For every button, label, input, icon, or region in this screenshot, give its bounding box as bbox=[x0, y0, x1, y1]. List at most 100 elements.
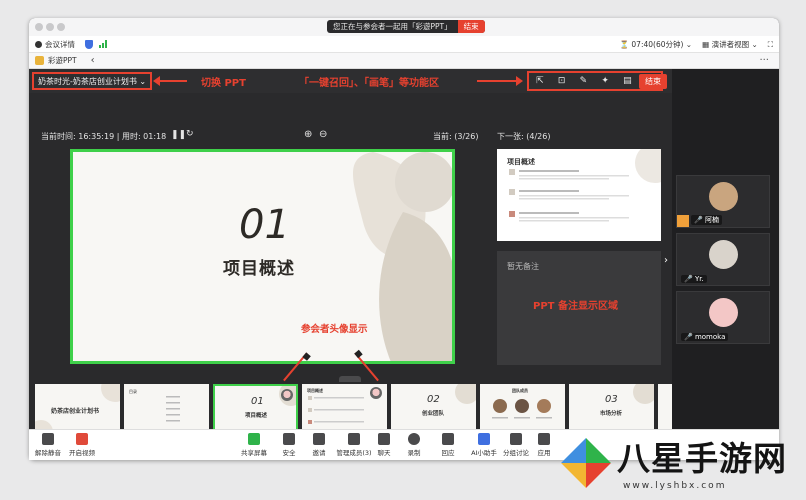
meeting-window: 您正在与参会者一起用「彩遊PPT」 结束 会议详情 ⏳ 07:40(60分钟) … bbox=[29, 18, 779, 460]
breakout-label: 分组讨论 bbox=[503, 449, 529, 457]
thumbnail-5-number: 02 bbox=[427, 394, 440, 405]
chat-button[interactable]: 聊天 bbox=[369, 433, 399, 457]
sharing-notice: 您正在与参会者一起用「彩遊PPT」 结束 bbox=[327, 20, 485, 33]
collapse-panel-chevron-icon[interactable]: › bbox=[664, 255, 668, 266]
pause-icon[interactable]: ❚❚ bbox=[171, 130, 186, 140]
participant-name-text: Yr. bbox=[694, 275, 704, 283]
tools-annotation-arrow bbox=[477, 76, 523, 86]
export-icon[interactable]: ⇱ bbox=[536, 76, 544, 86]
start-video-button[interactable]: 开启视频 bbox=[67, 433, 97, 457]
thumbnail-2[interactable]: 目录 bbox=[124, 384, 209, 434]
meeting-info-bar: 会议详情 ⏳ 07:40(60分钟) ⌄ ▦ 演讲者视图 ⌄ ⛶ bbox=[29, 36, 779, 53]
ai-assistant-label: AI小助手 bbox=[471, 449, 497, 457]
react-icon bbox=[442, 433, 454, 445]
thumbnail-5-title: 创业团队 bbox=[422, 411, 445, 417]
thumbnail-7-title: 市场分析 bbox=[600, 411, 623, 417]
participant-tile[interactable]: 🎤 阿楠 bbox=[676, 175, 770, 228]
video-icon bbox=[76, 433, 88, 445]
stop-sharing-button[interactable]: 结束 bbox=[457, 20, 485, 33]
participant-name-text: momoka bbox=[694, 333, 726, 341]
start-video-label: 开启视频 bbox=[69, 449, 95, 457]
invite-label: 邀请 bbox=[312, 449, 326, 457]
notes-empty-text: 暂无备注 bbox=[507, 262, 539, 271]
breakout-button[interactable]: 分组讨论 bbox=[499, 433, 533, 457]
thumbnail-4[interactable]: 项目概述 bbox=[302, 384, 387, 434]
share-screen-button[interactable]: 共享屏幕 bbox=[239, 433, 269, 457]
speaker-view-button[interactable]: ▦ 演讲者视图 ⌄ bbox=[702, 39, 758, 50]
meeting-timer[interactable]: ⏳ 07:40(60分钟) ⌄ bbox=[620, 39, 692, 50]
invite-button[interactable]: 邀请 bbox=[304, 433, 334, 457]
unmute-button[interactable]: 解除静音 bbox=[33, 433, 63, 457]
unmute-label: 解除静音 bbox=[35, 449, 61, 457]
thumbnail-1[interactable]: 奶茶店创业计划书 bbox=[35, 384, 120, 434]
app-name: 彩遊PPT bbox=[48, 56, 77, 65]
pen-icon[interactable]: ✎ bbox=[580, 76, 588, 86]
zoom-in-icon[interactable]: ⊕ bbox=[304, 129, 312, 140]
more-options-icon[interactable]: ··· bbox=[759, 55, 769, 66]
minimize-window-icon[interactable] bbox=[46, 23, 54, 31]
ai-assistant-button[interactable]: AI小助手 bbox=[467, 433, 501, 457]
meeting-info-button[interactable]: 会议详情 bbox=[35, 39, 75, 50]
manage-members-label: 管理成员(3) bbox=[336, 449, 372, 457]
close-window-icon[interactable] bbox=[35, 23, 43, 31]
app-logo-icon bbox=[35, 56, 44, 65]
slide-notes: 暂无备注 PPT 备注显示区域 bbox=[497, 251, 661, 365]
tools-annotation: 「一键召回」、「画笔」等功能区 bbox=[299, 78, 439, 89]
participant-tile[interactable]: 🎤 Yr. bbox=[676, 233, 770, 286]
participant-name: 🎤 阿楠 bbox=[691, 215, 722, 225]
invite-icon bbox=[313, 433, 325, 445]
chat-label: 聊天 bbox=[377, 449, 391, 457]
chat-icon bbox=[378, 433, 390, 445]
ppt-switcher[interactable]: 奶茶时光-奶茶店创业计划书 ⌄ bbox=[32, 72, 153, 90]
switch-ppt-annotation: 切换 PPT bbox=[201, 78, 246, 89]
slide-title: 项目概述 bbox=[223, 259, 295, 279]
thumbnail-6[interactable]: 团队成员 bbox=[480, 384, 565, 434]
avatar-annotation: 参会者头像显示 bbox=[301, 324, 368, 335]
zoom-out-icon[interactable]: ⊖ bbox=[319, 129, 327, 140]
meeting-time: 07:40(60分钟) bbox=[631, 40, 684, 49]
back-chevron-icon[interactable]: ‹ bbox=[91, 55, 95, 66]
speaker-view-label: 演讲者视图 bbox=[711, 40, 750, 49]
record-button[interactable]: 录制 bbox=[399, 433, 429, 457]
next-slide-content bbox=[509, 149, 661, 222]
record-label: 录制 bbox=[407, 449, 421, 457]
apps-label: 应用 bbox=[537, 449, 551, 457]
participant-avatar-badge bbox=[370, 387, 382, 399]
participant-name-text: 阿楠 bbox=[704, 216, 719, 224]
security-icon bbox=[283, 433, 295, 445]
end-presentation-button[interactable]: 结束 bbox=[639, 74, 667, 89]
recall-icon[interactable]: ⊡ bbox=[558, 76, 566, 86]
avatar bbox=[709, 298, 738, 327]
switch-annotation-arrow bbox=[153, 76, 187, 86]
avatar bbox=[709, 240, 738, 269]
thumbnail-3[interactable]: 01 项目概述 bbox=[213, 384, 298, 434]
members-icon bbox=[348, 433, 360, 445]
watermark-url: www.lyshbx.com bbox=[623, 481, 727, 491]
app-tab-bar: 彩遊PPT ‹ ··· bbox=[29, 53, 779, 69]
mic-icon bbox=[42, 433, 54, 445]
share-screen-icon bbox=[248, 433, 260, 445]
laser-icon[interactable]: ✦ bbox=[601, 76, 609, 86]
participant-tile[interactable]: 🎤 momoka bbox=[676, 291, 770, 344]
watermark-text: 八星手游网 bbox=[617, 439, 787, 478]
security-label: 安全 bbox=[282, 449, 296, 457]
shield-icon[interactable] bbox=[85, 39, 93, 49]
participant-name: 🎤 Yr. bbox=[681, 275, 707, 283]
window-titlebar: 您正在与参会者一起用「彩遊PPT」 结束 bbox=[29, 18, 779, 36]
security-button[interactable]: 安全 bbox=[274, 433, 304, 457]
fullscreen-icon[interactable]: ⛶ bbox=[768, 40, 773, 50]
thumbnail-1-title: 奶茶店创业计划书 bbox=[51, 408, 100, 415]
info-icon bbox=[35, 40, 42, 48]
thumbnail-5[interactable]: 02 创业团队 bbox=[391, 384, 476, 434]
layout-icon[interactable]: ▤ bbox=[623, 76, 632, 86]
ai-icon bbox=[478, 433, 490, 445]
react-button[interactable]: 回应 bbox=[433, 433, 463, 457]
signal-icon[interactable] bbox=[99, 40, 107, 48]
next-slide-preview[interactable]: 项目概述 bbox=[497, 149, 661, 241]
reset-icon[interactable]: ↻ bbox=[186, 129, 194, 139]
site-watermark: 八星手游网 www.lyshbx.com bbox=[555, 426, 805, 500]
avatar bbox=[709, 182, 738, 211]
ppt-name: 奶茶时光-奶茶店创业计划书 ⌄ bbox=[38, 76, 147, 86]
manage-members-button[interactable]: 管理成员(3) bbox=[334, 433, 374, 457]
zoom-window-icon[interactable] bbox=[57, 23, 65, 31]
